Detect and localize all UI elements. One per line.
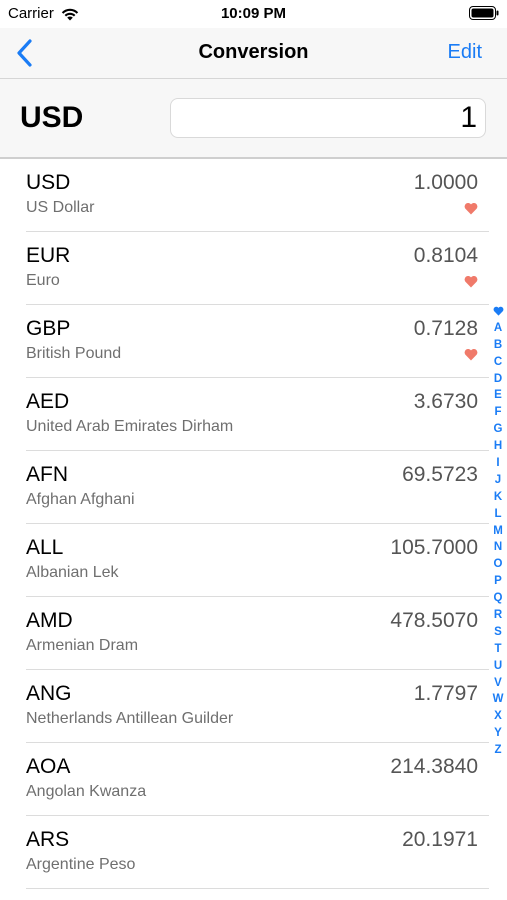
- currency-rate: 1.7797: [413, 682, 478, 705]
- status-bar: Carrier 10:09 PM: [0, 0, 507, 28]
- currency-name: Euro: [26, 272, 60, 289]
- currency-name: Armenian Dram: [26, 637, 139, 654]
- index-letter[interactable]: S: [494, 624, 502, 641]
- currency-name: United Arab Emirates Dirham: [26, 418, 234, 435]
- currency-rate: 478.5070: [390, 609, 478, 632]
- currency-row[interactable]: ARS Argentine Peso 20.1971: [0, 816, 507, 889]
- currency-name: US Dollar: [26, 199, 95, 216]
- currency-code: EUR: [26, 244, 71, 267]
- currency-rate: 69.5723: [402, 463, 478, 486]
- index-letter[interactable]: K: [494, 489, 502, 506]
- index-letter[interactable]: T: [494, 641, 501, 658]
- currency-rate: 0.7128: [413, 317, 478, 340]
- currency-row[interactable]: EUR Euro 0.8104: [0, 232, 507, 305]
- page-title: Conversion: [198, 41, 309, 63]
- index-letter[interactable]: J: [495, 472, 501, 489]
- currency-name: Albanian Lek: [26, 564, 119, 581]
- currency-code: ARS: [26, 828, 70, 851]
- index-letter[interactable]: F: [494, 404, 501, 421]
- currency-list: USD US Dollar 1.0000 EUR Euro 0.8104 GBP…: [0, 159, 507, 889]
- section-index[interactable]: ABCDEFGHIJKLMNOPQRSTUVWXYZ: [489, 303, 507, 759]
- index-letter[interactable]: Z: [494, 742, 501, 759]
- base-currency-code[interactable]: USD: [20, 101, 83, 135]
- navigation-bar: Conversion Edit: [0, 28, 507, 79]
- index-letter[interactable]: O: [494, 556, 503, 573]
- edit-button[interactable]: Edit: [448, 41, 482, 64]
- currency-code: ANG: [26, 682, 72, 705]
- currency-rate: 0.8104: [413, 244, 478, 267]
- currency-code: AFN: [26, 463, 68, 486]
- favorite-heart-icon: [464, 275, 478, 288]
- index-letter[interactable]: H: [494, 438, 502, 455]
- currency-rate: 20.1971: [402, 828, 478, 851]
- currency-code: AED: [26, 390, 70, 413]
- currency-name: Angolan Kwanza: [26, 783, 147, 800]
- index-letter[interactable]: A: [494, 320, 502, 337]
- currency-row[interactable]: USD US Dollar 1.0000: [0, 159, 507, 232]
- index-letter[interactable]: Q: [494, 590, 503, 607]
- currency-code: USD: [26, 171, 71, 194]
- currency-code: AOA: [26, 755, 71, 778]
- currency-row[interactable]: GBP British Pound 0.7128: [0, 305, 507, 378]
- index-letter[interactable]: N: [494, 539, 502, 556]
- amount-input-row: USD: [0, 79, 507, 159]
- currency-row[interactable]: ALL Albanian Lek 105.7000: [0, 524, 507, 597]
- index-letter[interactable]: E: [494, 387, 502, 404]
- currency-name: Afghan Afghani: [26, 491, 135, 508]
- currency-rate: 3.6730: [413, 390, 478, 413]
- clock: 10:09 PM: [220, 5, 287, 22]
- currency-name: Netherlands Antillean Guilder: [26, 710, 234, 727]
- index-letter[interactable]: D: [494, 371, 502, 388]
- index-letter[interactable]: G: [494, 421, 503, 438]
- currency-code: ALL: [26, 536, 64, 559]
- currency-row[interactable]: AMD Armenian Dram 478.5070: [0, 597, 507, 670]
- index-letter[interactable]: R: [494, 607, 502, 624]
- currency-row[interactable]: AOA Angolan Kwanza 214.3840: [0, 743, 507, 816]
- currency-row[interactable]: AFN Afghan Afghani 69.5723: [0, 451, 507, 524]
- currency-code: GBP: [26, 317, 71, 340]
- index-letter[interactable]: P: [494, 573, 502, 590]
- currency-row[interactable]: AED United Arab Emirates Dirham 3.6730: [0, 378, 507, 451]
- currency-row[interactable]: ANG Netherlands Antillean Guilder 1.7797: [0, 670, 507, 743]
- favorite-heart-icon: [464, 348, 478, 361]
- currency-code: AMD: [26, 609, 73, 632]
- index-letter[interactable]: L: [494, 506, 501, 523]
- row-divider: [26, 888, 489, 889]
- index-letter[interactable]: I: [496, 455, 499, 472]
- currency-name: British Pound: [26, 345, 122, 362]
- index-letter[interactable]: U: [494, 658, 502, 675]
- index-favorites-heart-icon[interactable]: [493, 303, 504, 320]
- index-letter[interactable]: X: [494, 708, 502, 725]
- index-letter[interactable]: W: [493, 691, 504, 708]
- battery-icon: [469, 6, 499, 20]
- favorite-heart-icon: [464, 202, 478, 215]
- index-letter[interactable]: C: [494, 354, 502, 371]
- currency-rate: 1.0000: [413, 171, 478, 194]
- index-letter[interactable]: M: [493, 523, 503, 540]
- index-letter[interactable]: B: [494, 337, 502, 354]
- currency-rate: 105.7000: [390, 536, 478, 559]
- index-letter[interactable]: Y: [494, 725, 502, 742]
- index-letter[interactable]: V: [494, 675, 502, 692]
- amount-input[interactable]: [170, 98, 486, 138]
- currency-name: Argentine Peso: [26, 856, 136, 873]
- currency-rate: 214.3840: [390, 755, 478, 778]
